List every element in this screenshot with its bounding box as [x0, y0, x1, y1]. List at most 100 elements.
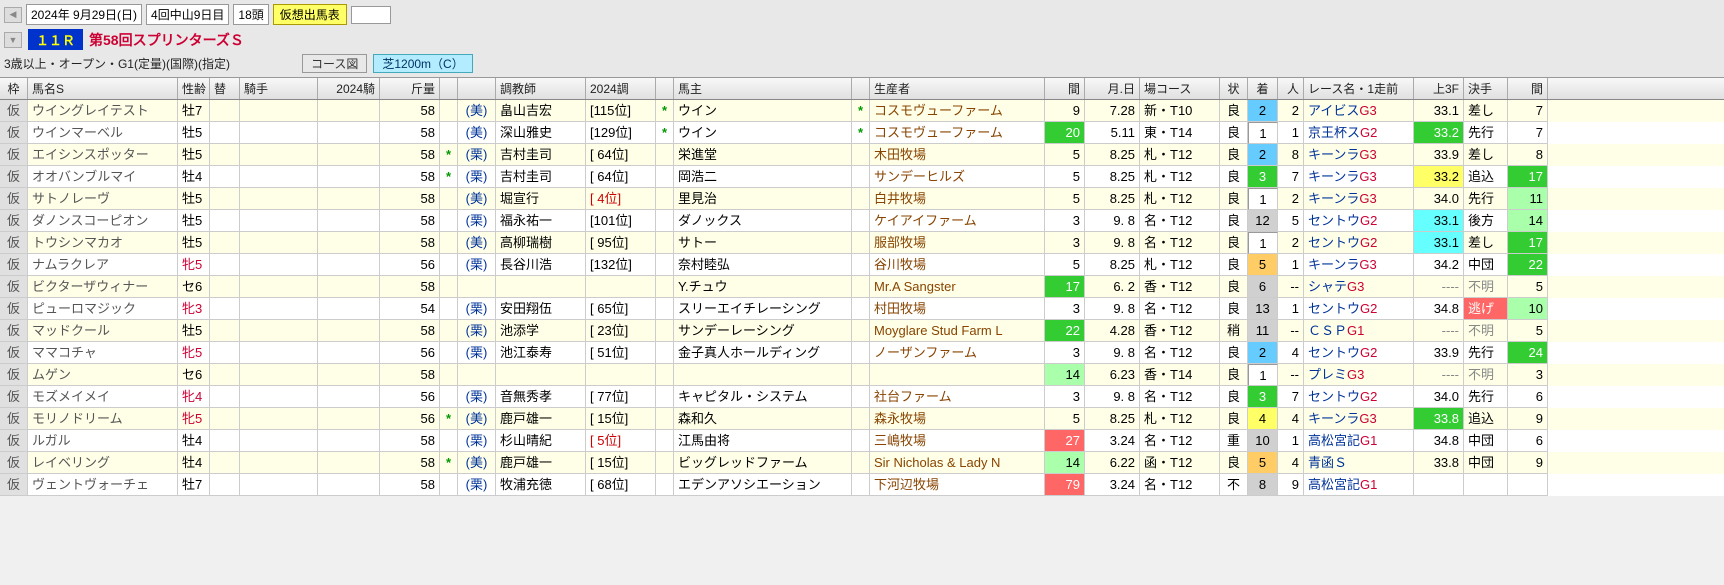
table-row[interactable]: 仮サトノレーヴ牡558(美)堀宣行[ 4位]里見治白井牧場58.25札・T12良… [0, 188, 1724, 210]
cell: 札・T12 [1140, 144, 1220, 166]
cell: * [440, 166, 458, 188]
table-row[interactable]: 仮オオバンブルマイ牡458*(栗)吉村圭司[ 64位]岡浩二サンデーヒルズ58.… [0, 166, 1724, 188]
table-row[interactable]: 仮マッドクール牡558(栗)池添学[ 23位]サンデーレーシングMoyglare… [0, 320, 1724, 342]
col-race[interactable]: レース名・1走前 [1304, 78, 1414, 99]
table-row[interactable]: 仮ママコチャ牝556(栗)池江泰寿[ 51位]金子真人ホールディングノーザンファ… [0, 342, 1724, 364]
cell: 深山雅史 [496, 122, 586, 144]
course-diagram-button[interactable]: コース図 [302, 54, 367, 73]
table-row[interactable]: 仮モリノドリーム牝556*(美)鹿戸雄一[ 15位]森和久森永牧場58.25札・… [0, 408, 1724, 430]
col-reg3[interactable] [852, 78, 870, 99]
table-row[interactable]: 仮ルガル牡458(栗)杉山晴紀[ 5位]江馬由将三嶋牧場273.24名・T12重… [0, 430, 1724, 452]
col-course[interactable]: 場コース [1140, 78, 1220, 99]
cell: モズメイメイ [28, 386, 178, 408]
cell: 先行 [1464, 386, 1508, 408]
cell [318, 166, 380, 188]
col-reg2[interactable] [656, 78, 674, 99]
cell [1508, 474, 1548, 496]
table-row[interactable]: 仮ナムラクレア牝556(栗)長谷川浩[132位]奈村睦弘谷川牧場58.25札・T… [0, 254, 1724, 276]
col-fin[interactable]: 着 [1248, 78, 1278, 99]
table-row[interactable]: 仮エイシンスポッター牡558*(栗)吉村圭司[ 64位]栄進堂木田牧場58.25… [0, 144, 1724, 166]
cell: 3 [1045, 386, 1085, 408]
cell: 9 [1045, 100, 1085, 122]
cell [318, 474, 380, 496]
cell: 79 [1045, 474, 1085, 496]
cell: 先行 [1464, 342, 1508, 364]
table-row[interactable]: 仮ウイングレイテスト牡758(美)畠山吉宏[115位]*ウイン*コスモヴューファ… [0, 100, 1724, 122]
col-3f[interactable]: 上3F [1414, 78, 1464, 99]
down-icon[interactable]: ▼ [4, 32, 22, 48]
cell [656, 342, 674, 364]
table-row[interactable]: 仮トウシンマカオ牡558(美)高柳瑞樹[ 95位]サトー服部牧場39. 8名・T… [0, 232, 1724, 254]
col-sexage[interactable]: 性齢 [178, 78, 210, 99]
cell: [115位] [586, 100, 656, 122]
col-reg1[interactable] [440, 78, 458, 99]
cell [240, 342, 318, 364]
cell: 東・T14 [1140, 122, 1220, 144]
race-meeting[interactable]: 4回中山9日目 [146, 4, 229, 25]
cell: ナムラクレア [28, 254, 178, 276]
cell: キーンラG3 [1304, 254, 1414, 276]
cell: ウイン [674, 100, 852, 122]
col-name[interactable]: 馬名S [28, 78, 178, 99]
cell [852, 188, 870, 210]
cell: 6.22 [1085, 452, 1140, 474]
col-breeder[interactable]: 生産者 [870, 78, 1045, 99]
cell: 札・T12 [1140, 254, 1220, 276]
cell [440, 232, 458, 254]
col-pop[interactable]: 人 [1278, 78, 1304, 99]
cell: 22 [1508, 254, 1548, 276]
cell: サトノレーヴ [28, 188, 178, 210]
cell [852, 166, 870, 188]
table-row[interactable]: 仮ウインマーベル牡558(美)深山雅史[129位]*ウイン*コスモヴューファーム… [0, 122, 1724, 144]
cell: 良 [1220, 452, 1248, 474]
cell: 58 [380, 364, 440, 386]
col-change[interactable]: 替 [210, 78, 240, 99]
cell: (栗) [458, 210, 496, 232]
table-row[interactable]: 仮ヴェントヴォーチェ牡758(栗)牧浦充徳[ 68位]エデンアソシエーション下河… [0, 474, 1724, 496]
table-row[interactable]: 仮ビクターザウィナーセ658Y.チュウMr.A Sangster176. 2香・… [0, 276, 1724, 298]
cell [240, 298, 318, 320]
cell: 6 [1248, 276, 1278, 298]
col-gap2[interactable]: 間 [1508, 78, 1548, 99]
cell: 安田翔伍 [496, 298, 586, 320]
cell [210, 430, 240, 452]
col-gap[interactable]: 間 [1045, 78, 1085, 99]
header: ◀ 2024年 9月29日(日) 4回中山9日目 18頭 仮想出馬表 ▼ １１Ｒ… [0, 0, 1724, 78]
cell: 下河辺牧場 [870, 474, 1045, 496]
cell [240, 452, 318, 474]
table-row[interactable]: 仮ムゲンセ658146.23香・T14良1--プレミG3----不明3 [0, 364, 1724, 386]
col-date[interactable]: 月.日 [1085, 78, 1140, 99]
cell: 牝5 [178, 254, 210, 276]
col-weight[interactable]: 斤量 [380, 78, 440, 99]
cell: 仮 [0, 100, 28, 122]
col-owner[interactable]: 馬主 [674, 78, 852, 99]
cell: (栗) [458, 298, 496, 320]
col-trainer[interactable]: 調教師 [496, 78, 586, 99]
blank-field[interactable] [351, 6, 391, 24]
cell: 6 [1508, 430, 1548, 452]
col-cond[interactable]: 状 [1220, 78, 1248, 99]
cell: 9 [1508, 452, 1548, 474]
race-date[interactable]: 2024年 9月29日(日) [26, 4, 142, 25]
cell: 良 [1220, 188, 1248, 210]
cell: 仮 [0, 386, 28, 408]
col-jockey[interactable]: 騎手 [240, 78, 318, 99]
cell: 牡7 [178, 100, 210, 122]
cell: 8.25 [1085, 188, 1140, 210]
cell [318, 430, 380, 452]
cell: 仮 [0, 430, 28, 452]
cell [440, 320, 458, 342]
table-row[interactable]: 仮ピューロマジック牝354(栗)安田翔伍[ 65位]スリーエイチレーシング村田牧… [0, 298, 1724, 320]
col-waku[interactable]: 枠 [0, 78, 28, 99]
col-jrank[interactable]: 2024騎 [318, 78, 380, 99]
cell: 3.24 [1085, 474, 1140, 496]
cell: 2 [1278, 100, 1304, 122]
cell: 仮 [0, 210, 28, 232]
col-loc[interactable] [458, 78, 496, 99]
prev-icon[interactable]: ◀ [4, 7, 22, 23]
col-trank[interactable]: 2024調 [586, 78, 656, 99]
table-row[interactable]: 仮ダノンスコーピオン牡558(栗)福永祐一[101位]ダノックスケイアイファーム… [0, 210, 1724, 232]
table-row[interactable]: 仮レイベリング牡458*(美)鹿戸雄一[ 15位]ビッグレッドファームSir N… [0, 452, 1724, 474]
col-style[interactable]: 決手 [1464, 78, 1508, 99]
table-row[interactable]: 仮モズメイメイ牝456(栗)音無秀孝[ 77位]キャピタル・システム社台ファーム… [0, 386, 1724, 408]
